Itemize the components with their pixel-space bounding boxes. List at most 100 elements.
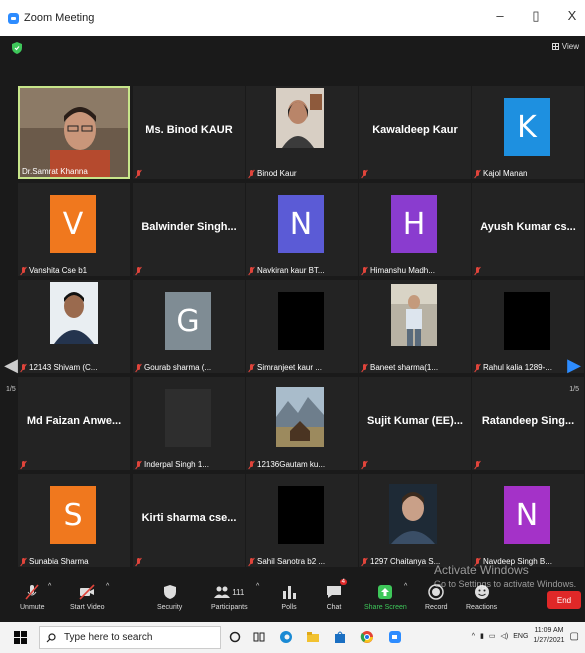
participant-avatar: N [278,195,324,253]
participant-tile[interactable]: 12143 Shivam (C... [18,280,130,373]
activate-windows-watermark: Activate Windows Go to Settings to activ… [434,563,577,589]
participant-tile[interactable]: Baneet sharma(1... [359,280,471,373]
participant-name-label: Baneet sharma(1... [361,363,438,372]
mic-muted-icon [248,169,255,178]
mic-muted-icon [248,460,255,469]
participant-avatar: H [391,195,437,253]
participant-name-label [135,267,144,275]
participant-tile[interactable]: Ms. Binod KAUR [133,86,245,179]
participant-tile[interactable]: G Gourab sharma (... [133,280,245,373]
participant-display-name: Ms. Binod KAUR [145,124,233,136]
participant-tile[interactable]: Dr.Samrat Khanna [18,86,130,179]
chrome-icon[interactable] [358,628,376,646]
participant-tile[interactable]: Binod Kaur [246,86,358,179]
participant-video-off [165,389,211,447]
cortana-circle-icon[interactable] [226,628,244,646]
unmute-options-caret-icon[interactable]: ^ [48,583,51,590]
shield-icon [163,585,176,599]
participant-tile[interactable]: N Navkiran kaur BT... [246,183,358,276]
encryption-shield-icon[interactable] [12,42,22,54]
view-button[interactable]: View [551,42,579,51]
close-button[interactable]: X [565,8,579,24]
participant-tile[interactable]: 12136Gautam ku... [246,377,358,470]
mic-muted-icon [20,363,27,372]
participant-avatar: K [504,98,550,156]
participant-tile[interactable]: Ayush Kumar cs... [472,183,584,276]
participant-avatar: S [50,486,96,544]
participant-tile[interactable]: Inderpal Singh 1... [133,377,245,470]
participant-name-label [474,267,483,275]
search-icon [46,632,56,642]
task-view-icon[interactable] [250,628,268,646]
participant-avatar: V [50,195,96,253]
participant-tile[interactable]: Balwinder Singh... [133,183,245,276]
microphone-tray-icon[interactable]: ▮ [480,632,484,640]
clock-time: 11:09 AM [534,627,564,634]
participant-avatar: G [165,292,211,350]
participant-tile[interactable]: Sahil Sanotra b2 ... [246,474,358,567]
video-options-caret-icon[interactable]: ^ [106,583,109,590]
start-video-button[interactable]: Start Video [70,583,105,611]
volume-icon[interactable]: ◁) [501,632,509,640]
participant-tile[interactable]: Sujit Kumar (EE)... [359,377,471,470]
participant-tile[interactable]: Ratandeep Sing... [472,377,584,470]
participant-video-off [278,486,324,544]
participant-tile[interactable]: Kirti sharma cse... [133,474,245,567]
store-icon[interactable] [331,628,349,646]
security-button[interactable]: Security [157,583,182,611]
participant-name-label: Himanshu Madh... [361,266,435,275]
participant-display-name: Md Faizan Anwe... [26,415,122,427]
participant-tile[interactable]: V Vanshita Cse b1 [18,183,130,276]
participant-tile[interactable]: S Sunabia Sharma [18,474,130,567]
minimize-button[interactable]: – [493,8,507,24]
restore-button[interactable]: ▯ [529,8,543,24]
windows-start-icon[interactable] [14,631,27,644]
participants-options-caret-icon[interactable]: ^ [256,583,259,590]
chat-button[interactable]: 4 Chat [325,579,347,611]
participant-tile[interactable]: N Navdeep Singh B... [472,474,584,567]
participant-name-label [135,558,144,566]
participant-photo [50,282,98,344]
page-indicator-left: 1/5 [6,386,16,393]
participant-name-label: Vanshita Cse b1 [20,266,87,275]
participants-button[interactable]: 111 Participants [211,583,248,611]
mic-muted-icon [135,267,142,275]
view-label: View [561,42,579,51]
participant-name-label: Kajol Manan [474,169,527,178]
polls-button[interactable]: Polls [280,583,298,611]
previous-page-arrow-icon[interactable]: ◀ [4,348,18,382]
edge-browser-icon[interactable] [277,628,295,646]
zoom-taskbar-icon[interactable] [386,628,404,646]
zoom-app-icon [8,12,19,24]
participant-name-label: 12136Gautam ku... [248,460,325,469]
participant-tile[interactable]: Kawaldeep Kaur [359,86,471,179]
participant-avatar: N [504,486,550,544]
file-explorer-icon[interactable] [304,628,322,646]
participant-tile[interactable]: Simranjeet kaur ... [246,280,358,373]
participant-photo [391,284,437,346]
participant-name-label: Sahil Sanotra b2 ... [248,557,325,566]
participant-video [20,88,128,177]
tray-overflow-chevron-icon[interactable]: ^ [472,633,475,640]
participant-tile[interactable]: K Kajol Manan [472,86,584,179]
share-options-caret-icon[interactable]: ^ [404,583,407,590]
unmute-button[interactable]: Unmute [20,583,45,611]
participant-name-label: Inderpal Singh 1... [135,460,209,469]
taskbar-search-box[interactable]: Type here to search [39,626,221,649]
search-placeholder: Type here to search [64,632,153,643]
mic-muted-icon [361,557,368,566]
participant-tile[interactable]: Md Faizan Anwe... [18,377,130,470]
participant-tile[interactable]: H Himanshu Madh... [359,183,471,276]
network-icon[interactable]: ▭ [489,632,496,640]
language-indicator[interactable]: ENG [513,633,528,640]
chat-unread-badge: 4 [339,579,347,585]
participant-name-label: Gourab sharma (... [135,363,211,372]
share-screen-button[interactable]: Share Screen [364,583,407,611]
next-page-arrow-icon[interactable]: ▶ [567,348,581,382]
participant-photo [276,387,324,447]
participant-tile[interactable]: 1297 Chaitanya S... [359,474,471,567]
end-meeting-button[interactable]: End [547,591,581,609]
notifications-icon[interactable]: ▢ [570,631,579,642]
taskbar-clock[interactable]: 11:09 AM 1/27/2021 [533,626,564,646]
mic-muted-icon [135,170,142,178]
